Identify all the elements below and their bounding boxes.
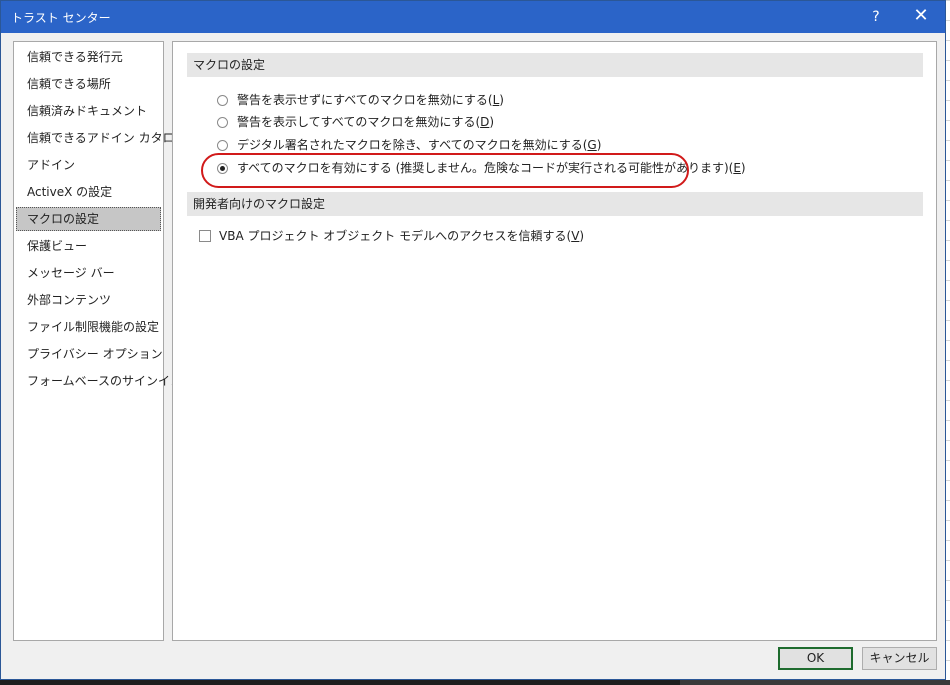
sidebar-item-file-block-settings[interactable]: ファイル制限機能の設定 xyxy=(16,315,161,339)
dialog-title: トラスト センター xyxy=(11,11,111,25)
sidebar-item-form-based-signin[interactable]: フォームベースのサインイン xyxy=(16,369,182,393)
radio-disable-all-with-warning[interactable] xyxy=(217,117,228,128)
title-bar: トラスト センター ? ✕ xyxy=(1,1,945,33)
settings-panel: マクロの設定 警告を表示せずにすべてのマクロを無効にする(L) 警告を表示してす… xyxy=(172,41,937,641)
sidebar-item-privacy-options[interactable]: プライバシー オプション xyxy=(16,342,163,366)
ok-button[interactable]: OK xyxy=(778,647,853,670)
vba-access-checkbox[interactable] xyxy=(199,230,211,242)
developer-macro-settings-header: 開発者向けのマクロ設定 xyxy=(187,192,923,216)
sidebar-item-protected-view[interactable]: 保護ビュー xyxy=(16,234,161,258)
help-button[interactable]: ? xyxy=(861,1,891,33)
category-sidebar: 信頼できる発行元 信頼できる場所 信頼済みドキュメント 信頼できるアドイン カタ… xyxy=(13,41,187,641)
sidebar-item-addins[interactable]: アドイン xyxy=(16,153,161,177)
radio-disable-except-signed[interactable] xyxy=(217,140,228,151)
sidebar-item-trusted-publishers[interactable]: 信頼できる発行元 xyxy=(16,45,161,69)
sidebar-item-activex-settings[interactable]: ActiveX の設定 xyxy=(16,180,161,204)
sidebar-item-trusted-addin-catalogs[interactable]: 信頼できるアドイン カタログ xyxy=(16,126,187,150)
vba-access-label[interactable]: VBA プロジェクト オブジェクト モデルへのアクセスを信頼する(V) xyxy=(219,226,584,246)
sidebar-item-trusted-documents[interactable]: 信頼済みドキュメント xyxy=(16,99,161,123)
sidebar-item-external-content[interactable]: 外部コンテンツ xyxy=(16,288,161,312)
option-label-disable-all-with-warning[interactable]: 警告を表示してすべてのマクロを無効にする(D) xyxy=(237,112,494,132)
red-highlight-annotation xyxy=(201,153,689,188)
close-button[interactable]: ✕ xyxy=(901,1,941,33)
taskbar-strip xyxy=(0,680,950,685)
macro-settings-header: マクロの設定 xyxy=(187,53,923,77)
sidebar-item-message-bar[interactable]: メッセージ バー xyxy=(16,261,161,285)
sidebar-item-macro-settings[interactable]: マクロの設定 xyxy=(16,207,161,231)
option-label-disable-except-signed[interactable]: デジタル署名されたマクロを除き、すべてのマクロを無効にする(G) xyxy=(237,135,601,155)
trust-center-dialog: トラスト センター ? ✕ 信頼できる発行元 信頼できる場所 信頼済みドキュメン… xyxy=(0,0,946,680)
cancel-button[interactable]: キャンセル xyxy=(862,647,937,670)
option-label-disable-all-no-warning[interactable]: 警告を表示せずにすべてのマクロを無効にする(L) xyxy=(237,90,504,110)
sidebar-item-trusted-locations[interactable]: 信頼できる場所 xyxy=(16,72,161,96)
radio-disable-all-no-warning[interactable] xyxy=(217,95,228,106)
